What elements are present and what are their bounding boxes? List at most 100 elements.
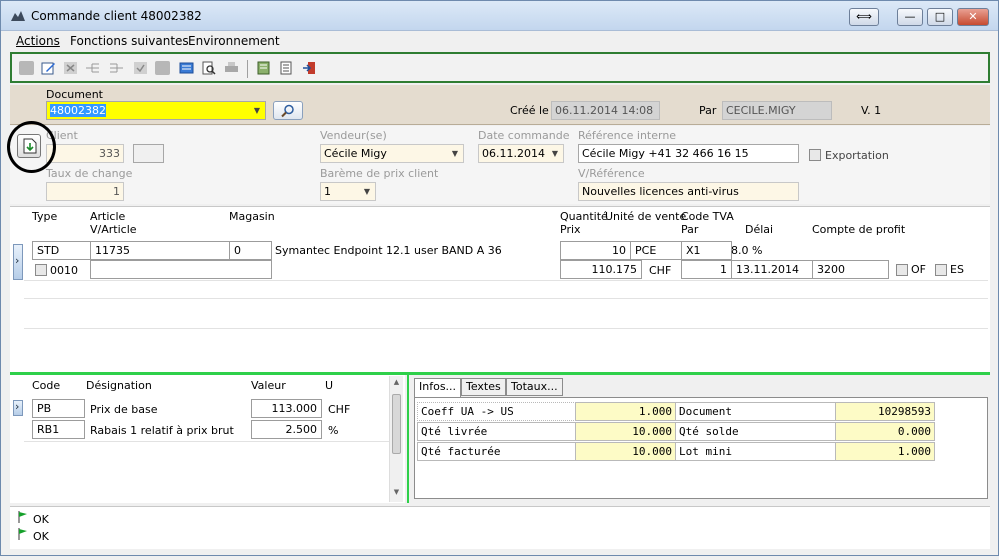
tab-textes[interactable]: Textes [461, 378, 506, 396]
line-type-field[interactable]: STD [32, 241, 91, 260]
line-v-article-field[interactable] [90, 260, 272, 279]
cond-designation: Rabais 1 relatif à prix brut [90, 424, 234, 437]
restore-window-button[interactable]: ⟺ [849, 8, 879, 26]
of-checkbox[interactable] [896, 264, 908, 276]
col-header-delai: Délai [745, 223, 774, 236]
price-scale-select[interactable]: 1 ▼ [320, 182, 376, 201]
tree-split-icon[interactable] [85, 61, 100, 75]
seller-value: Cécile Migy [324, 147, 387, 160]
export-label: Exportation [825, 149, 889, 162]
check-icon[interactable] [133, 61, 148, 75]
chevron-down-icon[interactable]: ▼ [251, 102, 263, 119]
cond-header-designation: Désignation [86, 379, 152, 392]
book-icon[interactable] [256, 61, 271, 75]
toolbar [10, 52, 990, 83]
row-divider [24, 328, 988, 329]
col-header-magasin: Magasin [229, 210, 275, 223]
print-preview-icon[interactable] [201, 61, 216, 75]
cond-header-code: Code [32, 379, 61, 392]
cond-value-field[interactable]: 2.500 [251, 420, 322, 439]
print-icon[interactable] [224, 61, 239, 75]
exchange-rate-label: Taux de change [46, 167, 133, 180]
line-select-checkbox[interactable] [35, 264, 47, 276]
row-divider [24, 441, 389, 442]
line-unit-field[interactable]: PCE [630, 241, 682, 260]
edit-icon[interactable] [41, 61, 56, 75]
status-message-list: OK OK [10, 506, 990, 549]
maximize-button[interactable]: □ [927, 8, 953, 26]
document-label: Document [46, 88, 103, 101]
chevron-down-icon[interactable]: ▼ [361, 183, 373, 200]
col-header-prix: Prix [560, 223, 581, 236]
info-value: 0.000 [835, 422, 935, 441]
es-checkbox[interactable] [935, 264, 947, 276]
col-header-compte: Compte de profit [812, 223, 906, 236]
document-search-button[interactable] [273, 101, 303, 120]
vertical-scrollbar[interactable]: ▲ ▼ [389, 376, 403, 502]
menu-actions[interactable]: Actions [16, 34, 60, 48]
seller-select[interactable]: Cécile Migy ▼ [320, 144, 464, 163]
cond-value-field[interactable]: 113.000 [251, 399, 322, 418]
calculator-icon[interactable] [179, 61, 194, 75]
order-date-value: 06.11.2014 [482, 147, 545, 160]
tab-infos[interactable]: Infos... [414, 378, 462, 398]
line-per-field[interactable]: 1 [681, 260, 732, 279]
menu-environnement[interactable]: Environnement [188, 34, 280, 48]
client-number-field[interactable]: 333 [46, 144, 124, 163]
info-value: 10.000 [575, 422, 676, 441]
client-lookup-field[interactable] [133, 144, 164, 163]
row-selector[interactable] [13, 244, 23, 280]
highlight-circle [7, 121, 56, 173]
pricing-conditions-table: Code Désignation Valeur U PB Prix de bas… [10, 375, 405, 503]
chevron-down-icon[interactable]: ▼ [549, 145, 561, 162]
created-date-field: 06.11.2014 14:08 [551, 101, 660, 120]
app-logo-icon [11, 11, 25, 21]
cond-code-field[interactable]: RB1 [32, 420, 85, 439]
exit-door-icon[interactable] [302, 61, 317, 75]
document-number-select[interactable]: 48002382 ▼ [46, 101, 266, 120]
chevron-down-icon[interactable]: ▼ [449, 145, 461, 162]
scrollbar-thumb[interactable] [392, 394, 401, 454]
your-ref-label: V/Référence [578, 167, 645, 180]
row-divider [24, 298, 988, 299]
exchange-rate-field[interactable]: 1 [46, 182, 124, 201]
order-date-picker[interactable]: 06.11.2014 ▼ [478, 144, 564, 163]
cond-code-field[interactable]: PB [32, 399, 85, 418]
row-selector[interactable] [13, 400, 23, 416]
es-label: ES [950, 263, 964, 276]
close-button[interactable]: ✕ [957, 8, 989, 26]
line-designation: Symantec Endpoint 12.1 user BAND A 36 [275, 244, 502, 257]
line-profit-account-field[interactable]: 3200 [812, 260, 889, 279]
info-label: Coeff UA -> US [417, 402, 576, 421]
document-number-value: 48002382 [50, 104, 106, 117]
version-label: V. 1 [861, 104, 882, 117]
info-label: Lot mini [675, 442, 836, 461]
col-header-v-article: V/Article [90, 223, 137, 236]
infos-tab-content: Coeff UA -> US 1.000 Document 10298593 Q… [414, 397, 988, 499]
internal-ref-field[interactable]: Cécile Migy +41 32 466 16 15 [578, 144, 799, 163]
tree-merge-icon[interactable] [109, 61, 124, 75]
your-ref-field[interactable]: Nouvelles licences anti-virus [578, 182, 799, 201]
export-checkbox[interactable] [809, 149, 821, 161]
scroll-up-icon[interactable]: ▲ [392, 378, 401, 387]
price-scale-label: Barème de prix client [320, 167, 439, 180]
by-label: Par [699, 104, 717, 117]
row-divider [24, 280, 988, 281]
document-list-icon[interactable] [279, 61, 294, 75]
title-bar: Commande client 48002382 ⟺ — □ ✕ [1, 1, 998, 31]
delete-icon[interactable] [63, 61, 78, 75]
stop-icon[interactable] [155, 61, 170, 75]
line-vat-rate: 8.0 % [731, 244, 763, 257]
line-magasin-field[interactable]: 0 [229, 241, 272, 260]
line-price-field[interactable]: 110.175 [560, 260, 642, 279]
tab-totaux[interactable]: Totaux... [506, 378, 563, 396]
new-icon[interactable] [19, 61, 34, 75]
scroll-down-icon[interactable]: ▼ [392, 488, 401, 497]
minimize-button[interactable]: — [897, 8, 923, 26]
line-article-field[interactable]: 11735 [90, 241, 230, 260]
line-delay-field[interactable]: 13.11.2014 [731, 260, 813, 279]
line-quantity-field[interactable]: 10 [560, 241, 631, 260]
menu-fonctions-suivantes[interactable]: Fonctions suivantes [70, 34, 189, 48]
line-vat-code-field[interactable]: X1 [681, 241, 732, 260]
info-value: 1.000 [575, 402, 676, 421]
